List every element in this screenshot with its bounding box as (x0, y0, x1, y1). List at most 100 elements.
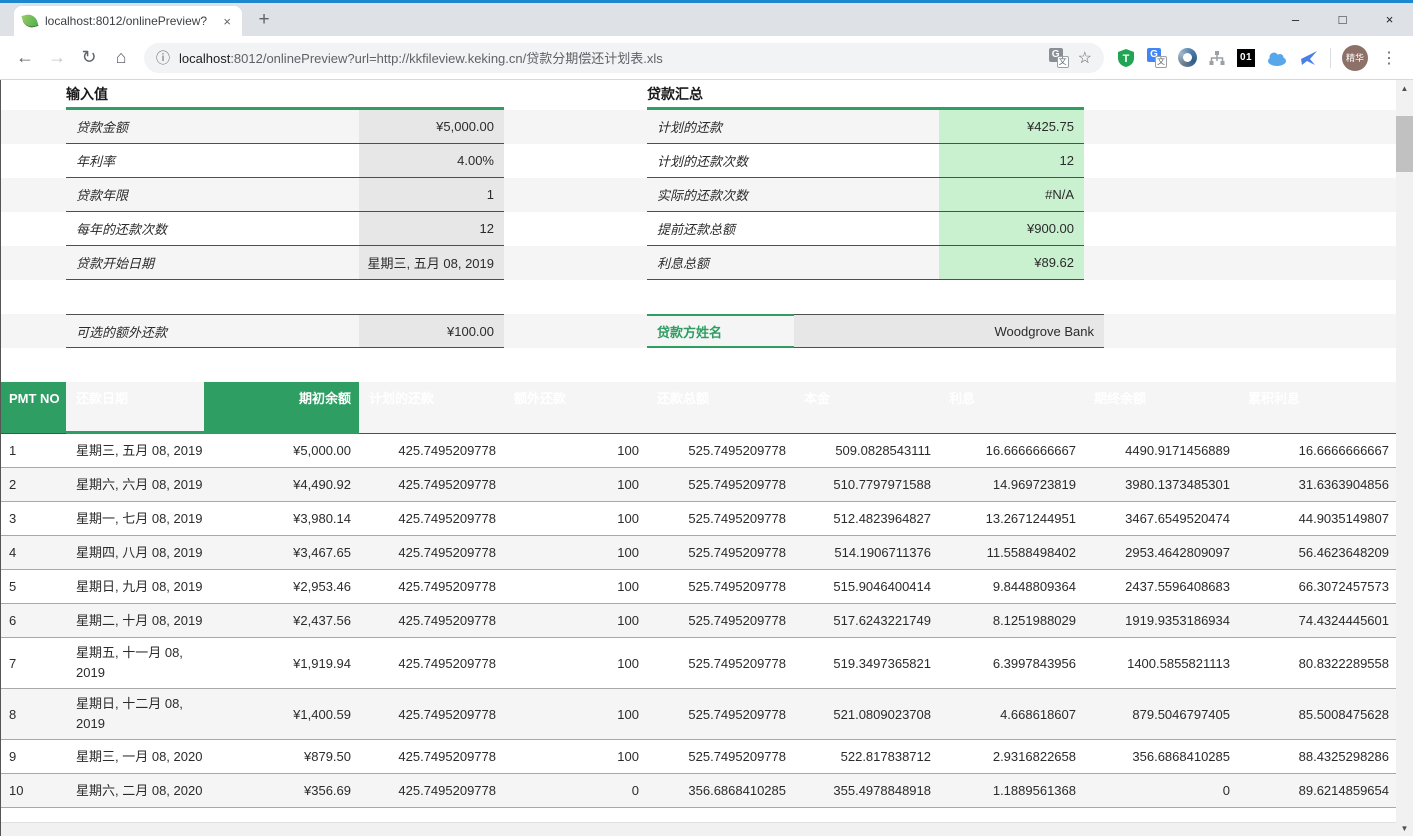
scroll-up-icon[interactable]: ▲ (1396, 80, 1413, 96)
table-cell: 522.817838712 (794, 740, 939, 773)
schedule-row: 2星期六, 六月 08, 2019¥4,490.92425.7495209778… (1, 468, 1396, 502)
table-cell: 4.668618607 (939, 689, 1084, 739)
schedule-row: 3星期一, 七月 08, 2019¥3,980.14425.7495209778… (1, 502, 1396, 536)
scrollbar-thumb[interactable] (1396, 116, 1413, 172)
address-bar[interactable]: ⓘ localhost:8012/onlinePreview?url=http:… (144, 43, 1104, 73)
table-cell: 1400.5855821113 (1084, 638, 1238, 688)
swirl-extension-icon[interactable] (1178, 48, 1197, 67)
table-cell: 425.7495209778 (359, 502, 504, 535)
input-label: 每年的还款次数 (66, 212, 359, 246)
inputs-summary-rows: 贷款金额¥5,000.00计划的还款¥425.75年利率4.00%计划的还款次数… (1, 110, 1396, 280)
input-summary-row: 贷款年限1实际的还款次数#N/A (1, 178, 1396, 212)
table-cell: 9.8448809364 (939, 570, 1084, 603)
bird-extension-icon[interactable] (1299, 49, 1319, 67)
table-cell: 100 (504, 638, 647, 688)
summary-value: 12 (939, 144, 1084, 178)
table-cell: 6 (1, 604, 66, 637)
bookmark-star-icon[interactable]: ☆ (1078, 48, 1092, 68)
home-icon[interactable]: ⌂ (106, 43, 136, 73)
summary-value: ¥89.62 (939, 246, 1084, 280)
table-cell: 10 (1, 774, 66, 807)
schedule-row: 6星期二, 十月 08, 2019¥2,437.56425.7495209778… (1, 604, 1396, 638)
page-info-icon[interactable]: ⓘ (156, 48, 170, 68)
summary-section-title: 贷款汇总 (647, 80, 1084, 110)
table-cell: 星期一, 七月 08, 2019 (66, 502, 204, 535)
extensions-area: T G 文 01 精华 ⋮ (1112, 45, 1403, 71)
spacer (1, 212, 66, 246)
sheet-filler (1, 808, 1396, 822)
summary-label: 提前还款总额 (647, 212, 939, 246)
profile-avatar[interactable]: 精华 (1342, 45, 1368, 71)
lender-name-value: Woodgrove Bank (794, 314, 1104, 348)
cloud-extension-icon[interactable] (1266, 50, 1288, 66)
menu-kebab-icon[interactable]: ⋮ (1379, 48, 1399, 68)
extra-payment-label: 可选的额外还款 (66, 314, 359, 348)
column-header: 还款总额 (647, 382, 794, 434)
tab-title: localhost:8012/onlinePreview? (45, 14, 213, 28)
scroll-down-icon[interactable]: ▼ (1396, 820, 1413, 836)
new-tab-button[interactable]: + (250, 6, 278, 34)
table-cell: 425.7495209778 (359, 774, 504, 807)
table-cell: 3 (1, 502, 66, 535)
table-cell: 517.6243221749 (794, 604, 939, 637)
table-cell: ¥5,000.00 (204, 434, 359, 467)
table-cell: ¥1,919.94 (204, 638, 359, 688)
table-cell: ¥4,490.92 (204, 468, 359, 501)
table-cell: 星期六, 二月 08, 2020 (66, 774, 204, 807)
close-button[interactable]: × (1366, 3, 1413, 36)
input-value: 1 (359, 178, 504, 212)
tab-close-icon[interactable]: × (221, 13, 233, 30)
translate-extension-icon[interactable]: G 文 (1147, 48, 1167, 68)
table-cell: 2437.5596408683 (1084, 570, 1238, 603)
back-icon[interactable]: ← (10, 43, 40, 73)
maximize-button[interactable]: □ (1319, 3, 1366, 36)
table-cell: 星期六, 六月 08, 2019 (66, 468, 204, 501)
column-header: 本金 (794, 382, 939, 434)
summary-label: 实际的还款次数 (647, 178, 939, 212)
amortization-table: PMT NO还款日期期初余额计划的还款额外还款还款总额本金利息期终余额累积利息1… (1, 382, 1396, 808)
table-cell: 6.3997843956 (939, 638, 1084, 688)
browser-tab[interactable]: localhost:8012/onlinePreview? × (14, 6, 242, 36)
table-cell: 星期五, 十一月 08, 2019 (66, 638, 204, 688)
table-cell: 88.4325298286 (1238, 740, 1397, 773)
spacer (504, 246, 647, 280)
url-path: :8012/onlinePreview?url=http://kkfilevie… (230, 51, 662, 66)
table-cell: 16.6666666667 (1238, 434, 1397, 467)
table-cell: ¥879.50 (204, 740, 359, 773)
shield-extension-icon[interactable]: T (1116, 48, 1136, 68)
badge-01-extension-icon[interactable]: 01 (1237, 49, 1255, 67)
empty-row (1, 280, 1396, 314)
table-cell: 66.3072457573 (1238, 570, 1397, 603)
table-cell: 5 (1, 570, 66, 603)
spacer (1, 144, 66, 178)
column-header: 还款日期 (66, 382, 204, 434)
horizontal-scrollbar[interactable] (1, 822, 1396, 836)
translate-page-icon[interactable]: G 文 (1049, 48, 1069, 68)
table-cell: 425.7495209778 (359, 468, 504, 501)
forward-icon[interactable]: → (42, 43, 72, 73)
spacer (504, 178, 647, 212)
input-value: 12 (359, 212, 504, 246)
schedule-row: 10星期六, 二月 08, 2020¥356.69425.74952097780… (1, 774, 1396, 808)
reload-icon[interactable]: ↻ (74, 43, 104, 73)
table-cell: 11.5588498402 (939, 536, 1084, 569)
table-cell: 425.7495209778 (359, 604, 504, 637)
table-cell: 425.7495209778 (359, 570, 504, 603)
extra-payment-value: ¥100.00 (359, 314, 504, 348)
table-cell: 31.6363904856 (1238, 468, 1397, 501)
table-cell: 525.7495209778 (647, 740, 794, 773)
scrollbar-track[interactable] (1396, 96, 1413, 820)
minimize-button[interactable]: – (1272, 3, 1319, 36)
table-cell: 1 (1, 434, 66, 467)
table-cell: 879.5046797405 (1084, 689, 1238, 739)
table-cell: 74.4324445601 (1238, 604, 1397, 637)
vertical-scrollbar[interactable]: ▲ ▼ (1396, 80, 1413, 836)
table-cell: ¥356.69 (204, 774, 359, 807)
table-cell: 100 (504, 740, 647, 773)
spreadsheet-preview: 输入值 贷款汇总 贷款金额¥5,000.00计划的还款¥425.75年利率4.0… (0, 80, 1396, 836)
sitemap-extension-icon[interactable] (1208, 49, 1226, 67)
input-summary-row: 每年的还款次数12提前还款总额¥900.00 (1, 212, 1396, 246)
table-cell: 2 (1, 468, 66, 501)
table-cell: 2953.4642809097 (1084, 536, 1238, 569)
table-cell: 4 (1, 536, 66, 569)
